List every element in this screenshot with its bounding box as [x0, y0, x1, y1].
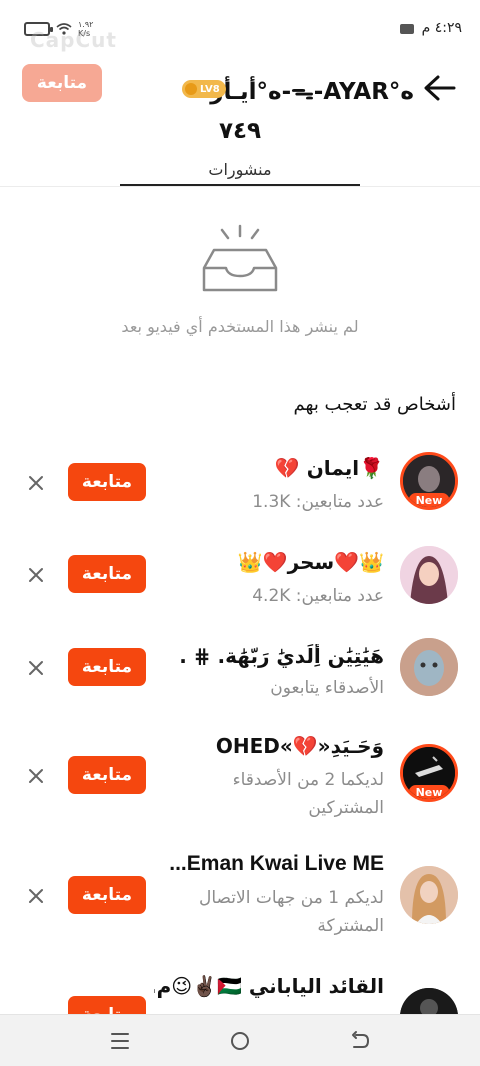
user-subtitle: لديكم 1 من جهات الاتصال المشتركة — [199, 888, 384, 936]
status-bar: ١.٩٢ K/s CapCut ٤:٢٩ م — [0, 0, 480, 52]
close-icon[interactable] — [26, 658, 46, 678]
empty-state-text: لم ينشر هذا المستخدم أي فيديو بعد — [121, 317, 359, 336]
back-arrow-icon[interactable] — [422, 72, 458, 104]
avatar[interactable] — [400, 638, 458, 696]
avatar[interactable] — [400, 546, 458, 604]
close-icon[interactable] — [26, 565, 46, 585]
new-badge: New — [408, 493, 450, 507]
tab-divider — [0, 186, 480, 187]
user-name[interactable]: 👑❤️سحر❤️👑 — [238, 550, 384, 574]
follow-button[interactable]: متابعة — [68, 756, 146, 794]
user-name[interactable]: القائد الياباني 🇵🇸✌🏿😉م... — [154, 974, 384, 998]
avatar-image — [400, 546, 458, 604]
level-label: LV8 — [200, 83, 220, 95]
back-icon[interactable] — [348, 1029, 372, 1053]
status-time: ٤:٢٩ م — [421, 20, 462, 36]
camera-icon — [400, 24, 414, 34]
system-nav-bar — [0, 1014, 480, 1066]
follow-button-profile[interactable]: متابعة — [22, 64, 102, 102]
empty-inbox-icon — [202, 224, 278, 292]
close-icon[interactable] — [26, 886, 46, 906]
new-badge: New — [408, 785, 450, 799]
follow-button[interactable]: متابعة — [68, 876, 146, 914]
menu-icon[interactable] — [108, 1029, 132, 1053]
user-name[interactable]: Eman Kwai Live ME... — [169, 852, 384, 876]
crown-icon — [185, 83, 197, 95]
avatar-image — [400, 866, 458, 924]
user-name[interactable]: 🌹ايمان 💔 — [275, 456, 384, 480]
user-subtitle: عدد متابعين: 4.2K — [252, 586, 384, 606]
follow-button[interactable]: متابعة — [68, 648, 146, 686]
follow-button[interactable]: متابعة — [68, 555, 146, 593]
avatar[interactable] — [400, 866, 458, 924]
capcut-watermark: CapCut — [30, 28, 117, 52]
posts-count: ٧٤٩ — [218, 118, 262, 144]
user-subtitle: الأصدقاء يتابعون — [270, 678, 384, 698]
profile-username: ﻩ°أيـأر-ᯓ-AYAR°ﻩ — [210, 79, 414, 105]
avatar-image — [400, 638, 458, 696]
level-badge: LV8 — [182, 80, 226, 98]
user-name[interactable]: هَيَٰتِيَٰن أِلَديَٰ رَبّهَٰة. ⋕ . — [179, 644, 384, 668]
tab-posts[interactable]: منشورات — [0, 160, 480, 179]
follow-button[interactable]: متابعة — [68, 463, 146, 501]
close-icon[interactable] — [26, 473, 46, 493]
suggestions-title: أشخاص قد تعجب بهم — [293, 394, 456, 415]
user-subtitle: لديكما 2 من الأصدقاء المشتركين — [232, 770, 384, 818]
home-circle-icon[interactable] — [228, 1029, 252, 1053]
close-icon[interactable] — [26, 766, 46, 786]
user-name[interactable]: وَحَـيَدِ«💔»OHED — [216, 734, 384, 758]
avatar[interactable]: New — [400, 744, 458, 802]
avatar[interactable]: New — [400, 452, 458, 510]
user-subtitle: عدد متابعين: 1.3K — [252, 492, 384, 512]
